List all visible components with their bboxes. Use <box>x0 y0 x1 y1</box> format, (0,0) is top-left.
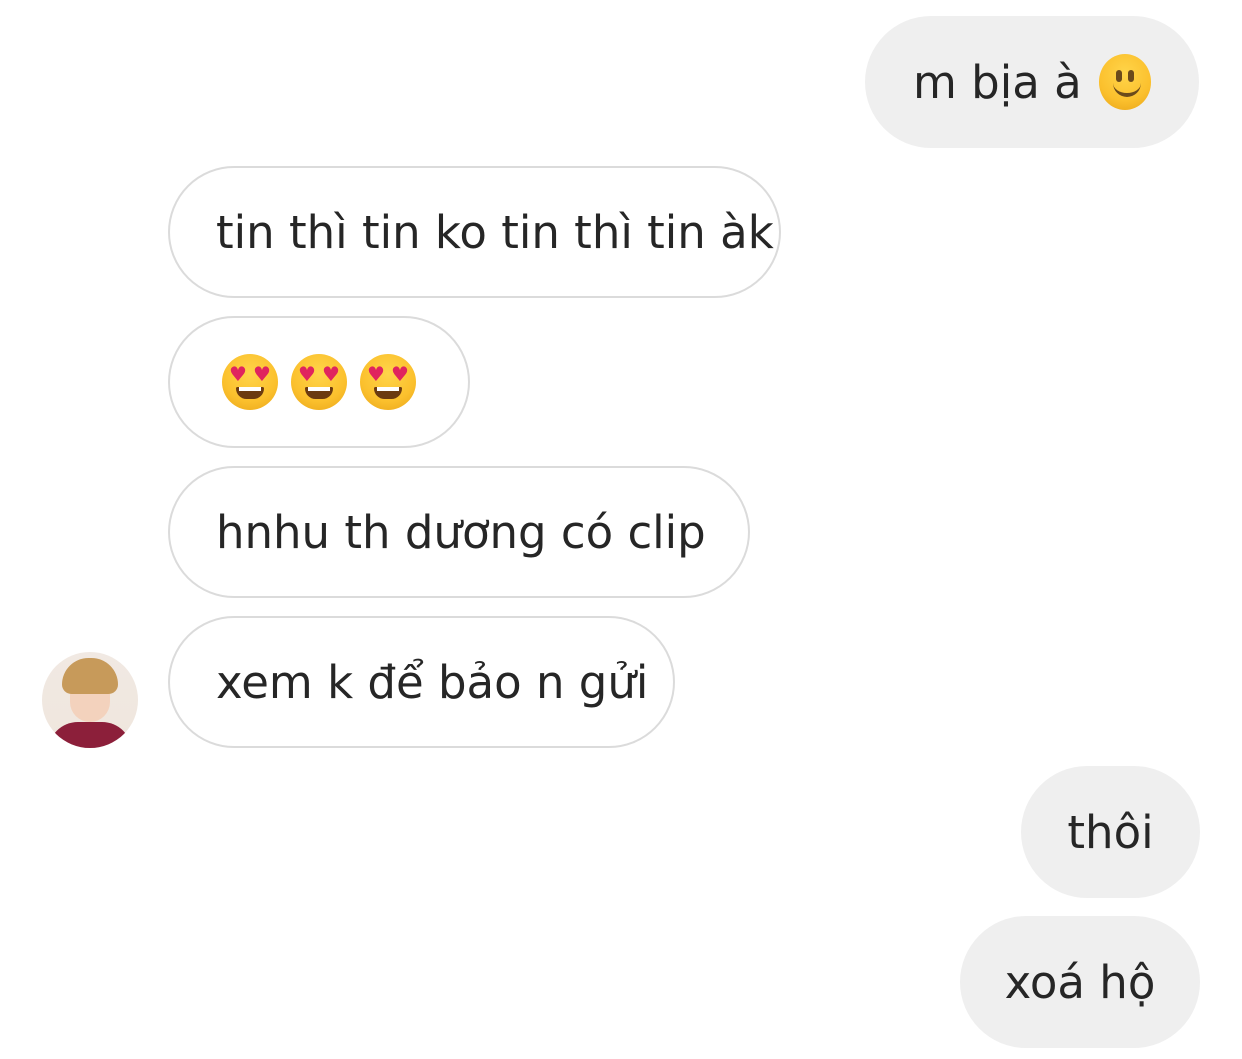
message-bubble-sent[interactable]: xoá hộ <box>960 916 1200 1048</box>
message-text: xoá hộ <box>1004 955 1156 1009</box>
message-text: thôi <box>1067 805 1154 859</box>
heart-eyes-face-icon: ♥ ♥ <box>222 354 278 410</box>
message-text: tin thì tin ko tin thì tin àk <box>216 205 774 259</box>
message-bubble-sent[interactable]: thôi <box>1021 766 1200 898</box>
message-text: xem k để bảo n gửi <box>216 655 649 709</box>
message-bubble-received[interactable]: xem k để bảo n gửi <box>168 616 675 748</box>
heart-eyes-face-icon: ♥ ♥ <box>291 354 347 410</box>
message-text: hnhu th dương có clip <box>216 505 706 559</box>
message-bubble-sent[interactable]: m bịa à <box>865 16 1199 148</box>
message-bubble-received[interactable]: ♥ ♥ ♥ ♥ ♥ ♥ <box>168 316 470 448</box>
heart-eyes-face-icon: ♥ ♥ <box>360 354 416 410</box>
message-text: m bịa à <box>913 55 1082 109</box>
message-bubble-received[interactable]: hnhu th dương có clip <box>168 466 750 598</box>
user-avatar[interactable] <box>42 652 138 748</box>
message-bubble-received[interactable]: tin thì tin ko tin thì tin àk <box>168 166 781 298</box>
slightly-smiling-face-icon <box>1098 54 1151 110</box>
